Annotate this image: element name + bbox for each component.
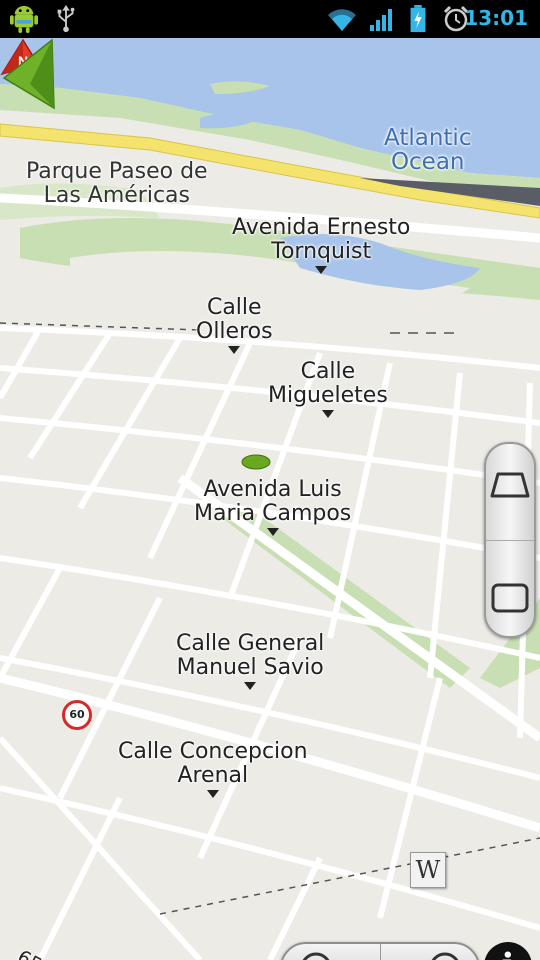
zoom-out-button[interactable]: [282, 944, 380, 960]
water-label: Atlantic Ocean: [384, 126, 471, 174]
label-pointer-icon: [266, 528, 279, 536]
street-label-line1: Avenida Luis: [203, 477, 342, 502]
street-label[interactable]: Calle Migueletes: [268, 360, 388, 418]
street-label-line2: Maria Campos: [194, 501, 352, 526]
street-label-line1: Calle: [206, 295, 262, 320]
tilt-control: [484, 442, 536, 638]
tilt-down-button[interactable]: [486, 540, 534, 637]
speed-limit-sign: 60: [62, 700, 92, 730]
wifi-icon: [328, 9, 356, 31]
label-pointer-icon: [244, 682, 257, 690]
label-pointer-icon: [228, 346, 241, 354]
label-pointer-icon: [206, 790, 219, 798]
clock-time: 13:01: [464, 6, 528, 30]
wikipedia-poi-icon[interactable]: W: [410, 852, 446, 888]
street-label-line2: Manuel Savio: [176, 655, 324, 680]
park-label-line1: Parque Paseo de: [26, 159, 208, 184]
tilt-flat-icon: [491, 583, 529, 613]
water-label-line2: Ocean: [390, 149, 465, 175]
zoom-control: [280, 942, 480, 960]
park-label-line2: Las Américas: [43, 183, 190, 208]
street-label[interactable]: Calle Concepcion Arenal: [118, 740, 308, 798]
street-label[interactable]: Avenida Luis Maria Campos: [194, 478, 351, 536]
current-location-arrow-icon: [2, 38, 55, 110]
water-label-line1: Atlantic: [384, 125, 472, 151]
label-pointer-icon: [315, 266, 328, 274]
zoom-out-icon: [302, 952, 330, 960]
street-label-line1: Calle: [300, 359, 356, 384]
zoom-in-button[interactable]: [380, 944, 479, 960]
street-label-line2: Tornquist: [271, 239, 372, 264]
status-bar: 13:01: [0, 0, 540, 38]
street-label-line1: Calle Concepcion: [118, 739, 308, 764]
street-label-line2: Olleros: [196, 319, 273, 344]
usb-icon: [57, 5, 75, 33]
street-label-line1: Avenida Ernesto: [232, 215, 411, 240]
park-label: Parque Paseo de Las Américas: [26, 160, 208, 208]
poi-marker: [241, 454, 271, 470]
street-label[interactable]: Calle General Manuel Savio: [176, 632, 324, 690]
signal-icon: [370, 9, 392, 31]
street-label-line1: Calle General: [176, 631, 325, 656]
battery-charging-icon: [410, 5, 426, 33]
android-notification-icon: [10, 5, 38, 33]
street-label-line2: Arenal: [177, 763, 249, 788]
tilt-up-button[interactable]: [486, 444, 534, 540]
tilt-perspective-icon: [490, 472, 530, 498]
zoom-in-icon: [431, 952, 459, 960]
street-label[interactable]: Calle Olleros: [196, 296, 273, 354]
label-pointer-icon: [321, 410, 334, 418]
street-label-line2: Migueletes: [268, 383, 388, 408]
street-label[interactable]: Avenida Ernesto Tornquist: [232, 216, 410, 274]
map-view[interactable]: Atlantic Ocean Parque Paseo de Las Améri…: [0, 38, 540, 960]
